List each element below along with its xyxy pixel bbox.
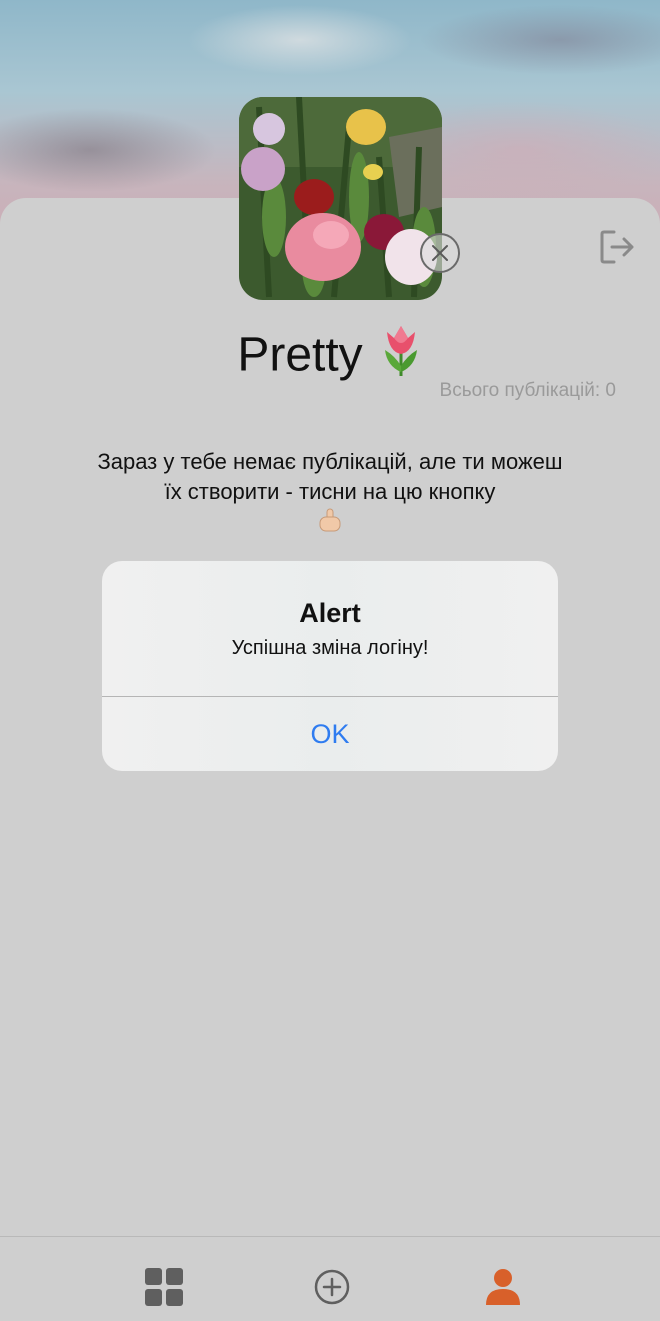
alert-dialog: Alert Успішна зміна логіну! OK — [102, 561, 558, 771]
tab-feed[interactable] — [144, 1267, 184, 1307]
grid-icon — [145, 1268, 183, 1306]
avatar[interactable] — [239, 97, 442, 300]
alert-title: Alert — [299, 598, 361, 628]
logout-icon — [600, 230, 634, 264]
tulip-icon — [379, 322, 423, 388]
remove-avatar-button[interactable] — [420, 233, 460, 273]
close-icon — [432, 245, 448, 261]
username-title: Pretty — [0, 322, 660, 388]
alert-message: Успішна зміна логіну! — [231, 637, 429, 659]
empty-state: Зараз у тебе немає публікацій, але ти мо… — [90, 447, 570, 539]
tab-create-post[interactable] — [312, 1267, 352, 1307]
user-icon — [486, 1269, 520, 1305]
posts-count: Всього публікацій: 0 — [439, 380, 616, 401]
empty-state-message: Зараз у тебе немає публікацій, але ти мо… — [97, 449, 563, 504]
tab-bar — [0, 1236, 660, 1321]
plus-circle-icon — [314, 1269, 350, 1305]
alert-ok-button[interactable]: OK — [102, 697, 558, 771]
logout-button[interactable] — [598, 228, 638, 266]
username-text: Pretty — [237, 328, 363, 382]
pointing-down-icon — [319, 508, 341, 532]
tab-profile[interactable] — [483, 1267, 523, 1307]
